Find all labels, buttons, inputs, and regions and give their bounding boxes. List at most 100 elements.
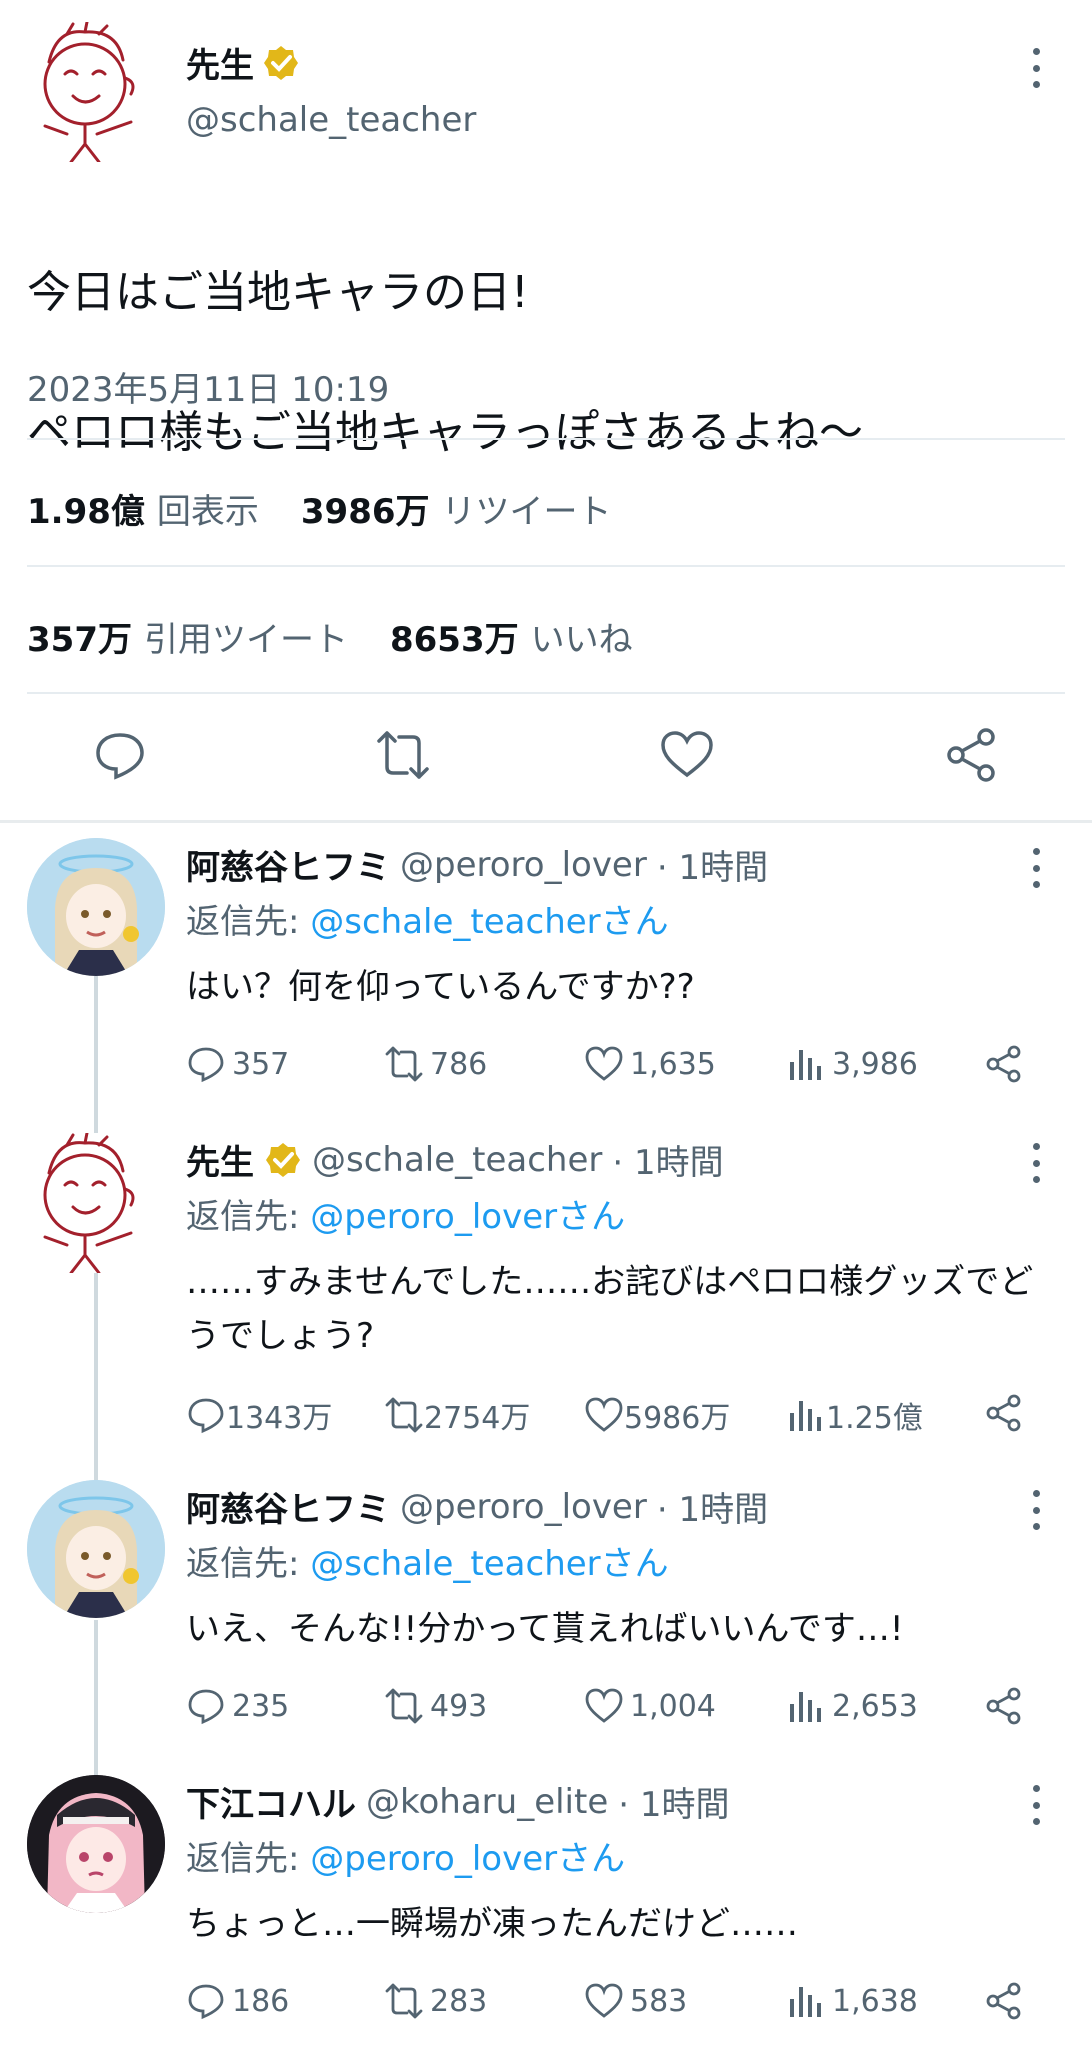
more-options-icon[interactable] [1026, 1143, 1046, 1183]
views-icon [790, 1050, 821, 1080]
like-action[interactable]: 1,004 [584, 1686, 716, 1726]
reply-icon[interactable] [92, 727, 148, 783]
replying-to-link[interactable]: @peroro_loverさん [310, 1839, 625, 1879]
author-handle[interactable]: @schale_teacher [186, 100, 476, 140]
views-icon [790, 1987, 821, 2017]
reply-action[interactable]: 186 [186, 1981, 289, 2021]
replying-to-prefix: 返信先: [186, 902, 311, 942]
reply-author-handle[interactable]: @peroro_lover [400, 1487, 647, 1527]
reply-author-handle[interactable]: @peroro_lover [400, 845, 647, 885]
like-icon [585, 1983, 623, 2018]
stats-row-2: 357万 引用ツイート 8653万 いいね [27, 612, 663, 661]
reply-header: 阿慈谷ヒフミ @peroro_lover · 1時間 [186, 840, 768, 889]
reply-author-handle[interactable]: @koharu_elite [366, 1782, 608, 1822]
views-action[interactable]: 1.25億 [786, 1393, 923, 1437]
quotes-label[interactable]: 引用ツイート [144, 612, 348, 661]
share-action[interactable] [984, 1044, 1024, 1084]
reply-count: 1343万 [226, 1401, 333, 1436]
verified-badge-icon [264, 1141, 302, 1179]
reply-tweet[interactable]: 阿慈谷ヒフミ @peroro_lover · 1時間 返信先: @schale_… [0, 1480, 1092, 1770]
like-count: 583 [630, 1983, 688, 2019]
like-count: 1,004 [630, 1688, 716, 1724]
author-name-text[interactable]: 先生 [186, 38, 254, 87]
share-action[interactable] [984, 1981, 1024, 2021]
views-action[interactable]: 2,653 [786, 1686, 918, 1726]
divider [27, 565, 1065, 567]
reply-time[interactable]: · 1時間 [618, 1777, 729, 1826]
views-icon [790, 1692, 821, 1722]
reply-time[interactable]: · 1時間 [612, 1135, 723, 1184]
reply-header: 下江コハル @koharu_elite · 1時間 [186, 1777, 730, 1826]
divider [27, 438, 1065, 440]
replying-to-link[interactable]: @peroro_loverさん [310, 1197, 625, 1237]
views-count: 2,653 [832, 1688, 918, 1724]
likes-label[interactable]: いいね [531, 612, 633, 661]
reply-tweet[interactable]: 下江コハル @koharu_elite · 1時間 返信先: @peroro_l… [0, 1775, 1092, 2048]
replying-to-prefix: 返信先: [186, 1197, 311, 1237]
more-options-icon[interactable] [1026, 1490, 1046, 1530]
more-options-icon[interactable] [1026, 48, 1046, 88]
views-action[interactable]: 1,638 [786, 1981, 918, 2021]
likes-count[interactable]: 8653万 [390, 612, 519, 661]
retweet-action[interactable]: 2754万 [384, 1393, 530, 1437]
retweet-count: 493 [430, 1688, 488, 1724]
share-icon [986, 1687, 1021, 1725]
like-action[interactable]: 583 [584, 1981, 687, 2021]
reply-action[interactable]: 235 [186, 1686, 289, 1726]
share-action[interactable] [984, 1686, 1024, 1726]
reply-header: 先生 @schale_teacher · 1時間 [186, 1135, 724, 1184]
retweet-action[interactable]: 493 [384, 1686, 487, 1726]
replying-to-link[interactable]: @schale_teacherさん [310, 1544, 668, 1584]
reply-avatar[interactable] [27, 1775, 165, 1913]
author-name[interactable]: 先生 [186, 38, 300, 87]
retweets-count[interactable]: 3986万 [301, 484, 430, 533]
reply-action-bar: 186 283 583 1,638 [186, 1981, 1036, 2025]
reply-author-name[interactable]: 先生 [186, 1135, 254, 1184]
retweet-action[interactable]: 283 [384, 1981, 487, 2021]
reply-count: 357 [232, 1046, 290, 1082]
reply-time[interactable]: · 1時間 [657, 1482, 768, 1531]
retweets-label[interactable]: リツイート [442, 484, 612, 533]
like-icon [585, 1046, 623, 1081]
retweet-action[interactable]: 786 [384, 1044, 487, 1084]
reply-tweet[interactable]: 先生 @schale_teacher · 1時間 返信先: @peroro_lo… [0, 1133, 1092, 1473]
like-action[interactable]: 5986万 [584, 1393, 730, 1437]
reply-action[interactable]: 357 [186, 1044, 289, 1084]
views-count: 1,638 [832, 1983, 918, 2019]
replying-to: 返信先: @schale_teacherさん [186, 1536, 669, 1585]
reply-author-handle[interactable]: @schale_teacher [312, 1140, 602, 1180]
reply-avatar[interactable] [27, 838, 165, 976]
tweet-text-line-1: 今日はご当地キャラの日! [27, 267, 529, 318]
reply-author-name[interactable]: 下江コハル [186, 1777, 356, 1826]
share-icon[interactable] [944, 727, 1000, 783]
retweet-count: 786 [430, 1046, 488, 1082]
reply-text: ちょっと…一瞬場が凍ったんだけど…… [186, 1904, 798, 1944]
replying-to: 返信先: @peroro_loverさん [186, 1831, 625, 1880]
retweet-count: 2754万 [424, 1401, 531, 1436]
more-options-icon[interactable] [1026, 1785, 1046, 1825]
reply-action[interactable]: 1343万 [186, 1393, 332, 1437]
reply-author-name[interactable]: 阿慈谷ヒフミ [186, 1482, 390, 1531]
reply-action-bar: 357 786 1,635 3,986 [186, 1044, 1036, 1088]
retweet-icon[interactable] [375, 727, 431, 783]
views-count: 1.98億 [27, 492, 145, 532]
reply-time[interactable]: · 1時間 [657, 840, 768, 889]
reply-tweet[interactable]: 阿慈谷ヒフミ @peroro_lover · 1時間 返信先: @schale_… [0, 838, 1092, 1128]
views-action[interactable]: 3,986 [786, 1044, 918, 1084]
views-icon [790, 1401, 821, 1431]
tweet-timestamp[interactable]: 2023年5月11日 10:19 [27, 362, 389, 411]
replying-to-link[interactable]: @schale_teacherさん [310, 902, 668, 942]
more-options-icon[interactable] [1026, 848, 1046, 888]
reply-avatar[interactable] [27, 1480, 165, 1618]
reply-author-name[interactable]: 阿慈谷ヒフミ [186, 840, 390, 889]
like-icon [585, 1397, 623, 1432]
author-avatar[interactable] [27, 20, 147, 164]
reply-icon [188, 1398, 224, 1434]
share-action[interactable] [984, 1393, 1024, 1433]
section-divider [0, 820, 1092, 823]
replying-to-prefix: 返信先: [186, 1839, 311, 1879]
like-icon[interactable] [659, 727, 715, 783]
reply-avatar[interactable] [27, 1133, 147, 1273]
quotes-count[interactable]: 357万 [27, 612, 132, 661]
like-action[interactable]: 1,635 [584, 1044, 716, 1084]
